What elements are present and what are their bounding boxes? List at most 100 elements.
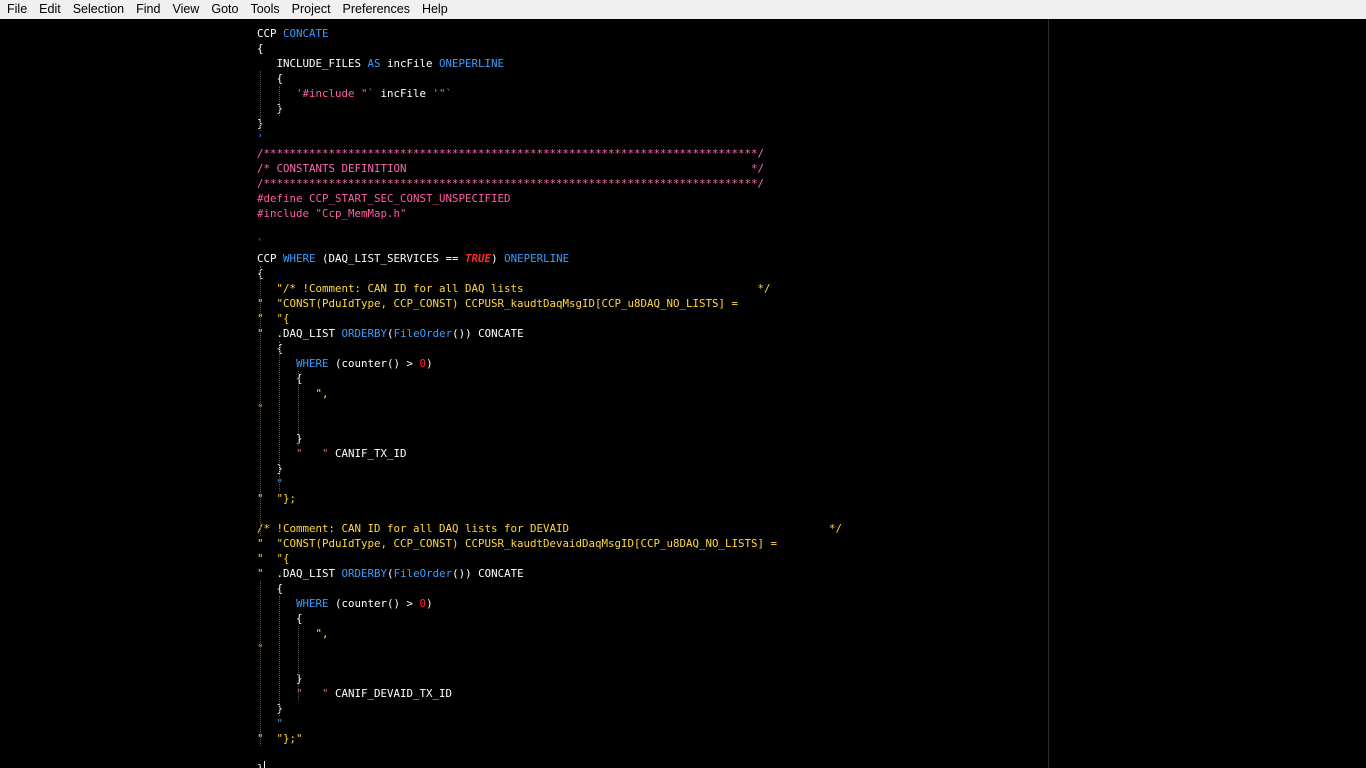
- code-token: /***************************************…: [257, 177, 765, 190]
- code-token: ): [426, 597, 433, 610]
- code-token: " "{: [257, 312, 290, 325]
- code-line: " "CONST(PduIdType, CCP_CONST) CCPUSR_ka…: [257, 536, 777, 551]
- code-line: WHERE (counter() > 0): [257, 356, 433, 371]
- code-token: " ": [257, 447, 329, 460]
- code-token: .DAQ_LIST: [276, 327, 342, 340]
- code-line: ",: [257, 626, 329, 641]
- indent-guide: [260, 71, 261, 131]
- code-line: " " CANIF_DEVAID_TX_ID: [257, 686, 452, 701]
- code-token: ORDERBY: [341, 567, 388, 580]
- menu-project[interactable]: Project: [288, 0, 335, 19]
- menu-preferences[interactable]: Preferences: [339, 0, 414, 19]
- code-line: '#include "` incFile '"`: [257, 86, 452, 101]
- code-token: ): [426, 357, 433, 370]
- code-token: WHERE: [283, 252, 316, 265]
- code-token: .DAQ_LIST: [276, 567, 342, 580]
- code-token: " "};": [257, 732, 303, 745]
- code-token: ONEPERLINE: [504, 252, 570, 265]
- code-token: (counter() >: [328, 597, 420, 610]
- code-token: #include "Ccp_MemMap.h": [257, 207, 407, 220]
- code-token: WHERE: [296, 597, 329, 610]
- code-token: WHERE: [296, 357, 329, 370]
- code-line: " "};": [257, 731, 303, 746]
- menu-selection[interactable]: Selection: [69, 0, 128, 19]
- code-line: " "CONST(PduIdType, CCP_CONST) CCPUSR_ka…: [257, 296, 738, 311]
- menu-find[interactable]: Find: [132, 0, 164, 19]
- indent-guide: [260, 581, 261, 746]
- code-token: (DAQ_LIST_SERVICES ==: [315, 252, 466, 265]
- code-line: /***************************************…: [257, 176, 764, 191]
- code-token: /***************************************…: [257, 147, 765, 160]
- code-token: }: [257, 762, 264, 768]
- code-token: FileOrder: [393, 567, 453, 580]
- code-token: ()) CONCATE: [452, 327, 524, 340]
- indent-guide: [279, 86, 280, 116]
- code-line: ': [257, 131, 264, 146]
- indent-guide: [298, 626, 299, 701]
- code-line: #define CCP_START_SEC_CONST_UNSPECIFIED: [257, 191, 511, 206]
- code-token: '"`: [432, 87, 453, 100]
- indent-guide: [260, 266, 261, 536]
- code-token: ",: [257, 387, 329, 400]
- code-token: ): [491, 252, 505, 265]
- code-line: ",: [257, 386, 329, 401]
- code-line: /* CONSTANTS DEFINITION */: [257, 161, 764, 176]
- menu-help[interactable]: Help: [418, 0, 452, 19]
- code-token: /* !Comment: CAN ID for all DAQ lists fo…: [257, 522, 843, 535]
- code-token: ONEPERLINE: [439, 57, 505, 70]
- code-token: `: [257, 237, 264, 250]
- code-token: ",: [257, 627, 329, 640]
- code-line: CCP CONCATE: [257, 26, 329, 41]
- code-line: }: [257, 761, 264, 768]
- code-line: #include "Ccp_MemMap.h": [257, 206, 407, 221]
- code-token: (counter() >: [328, 357, 420, 370]
- menu-edit[interactable]: Edit: [35, 0, 65, 19]
- code-line: " .DAQ_LIST ORDERBY(FileOrder()) CONCATE: [257, 566, 524, 581]
- code-token: {: [257, 42, 264, 55]
- code-line: " "{: [257, 311, 290, 326]
- code-token: CCP: [257, 252, 284, 265]
- menu-tools[interactable]: Tools: [246, 0, 283, 19]
- code-token: TRUE: [465, 252, 492, 265]
- code-token: " "CONST(PduIdType, CCP_CONST) CCPUSR_ka…: [257, 297, 739, 310]
- code-line: "/* !Comment: CAN ID for all DAQ lists *…: [257, 281, 771, 296]
- code-token: CANIF_DEVAID_TX_ID: [328, 687, 453, 700]
- code-token: "/* !Comment: CAN ID for all DAQ lists *…: [257, 282, 771, 295]
- code-token: CANIF_TX_ID: [328, 447, 407, 460]
- code-line: WHERE (counter() > 0): [257, 596, 433, 611]
- code-token: ": [257, 567, 277, 580]
- code-token: /* CONSTANTS DEFINITION */: [257, 162, 765, 175]
- indent-guide: [279, 596, 280, 716]
- code-line: /* !Comment: CAN ID for all DAQ lists fo…: [257, 521, 842, 536]
- code-line: {: [257, 41, 264, 56]
- code-line: INCLUDE_FILES AS incFile ONEPERLINE: [257, 56, 505, 71]
- code-editor[interactable]: CCP CONCATE{ INCLUDE_FILES AS incFile ON…: [0, 19, 1366, 768]
- code-token: #define CCP_START_SEC_CONST_UNSPECIFIED: [257, 192, 511, 205]
- code-line: " "{: [257, 551, 290, 566]
- code-token: ORDERBY: [341, 327, 388, 340]
- code-token: incFile: [374, 87, 433, 100]
- text-caret: [264, 761, 265, 768]
- code-token: incFile: [380, 57, 440, 70]
- code-line: /***************************************…: [257, 146, 764, 161]
- code-token: " "{: [257, 552, 290, 565]
- code-token: " "CONST(PduIdType, CCP_CONST) CCPUSR_ka…: [257, 537, 778, 550]
- code-line: " "};: [257, 491, 296, 506]
- code-token: '#include "`: [257, 87, 375, 100]
- code-line: " .DAQ_LIST ORDERBY(FileOrder()) CONCATE: [257, 326, 524, 341]
- menu-bar: File Edit Selection Find View Goto Tools…: [0, 0, 1366, 20]
- code-token: FileOrder: [393, 327, 453, 340]
- code-line: `: [257, 236, 264, 251]
- menu-goto[interactable]: Goto: [207, 0, 242, 19]
- wrap-guide-ruler: [1048, 19, 1049, 768]
- menu-file[interactable]: File: [3, 0, 31, 19]
- indent-guide: [279, 341, 280, 491]
- code-line: CCP WHERE (DAQ_LIST_SERVICES == TRUE) ON…: [257, 251, 569, 266]
- code-token: ': [257, 132, 264, 145]
- code-token: " "};: [257, 492, 297, 505]
- code-token: CONCATE: [283, 27, 329, 40]
- code-token: INCLUDE_FILES: [257, 57, 368, 70]
- menu-view[interactable]: View: [168, 0, 203, 19]
